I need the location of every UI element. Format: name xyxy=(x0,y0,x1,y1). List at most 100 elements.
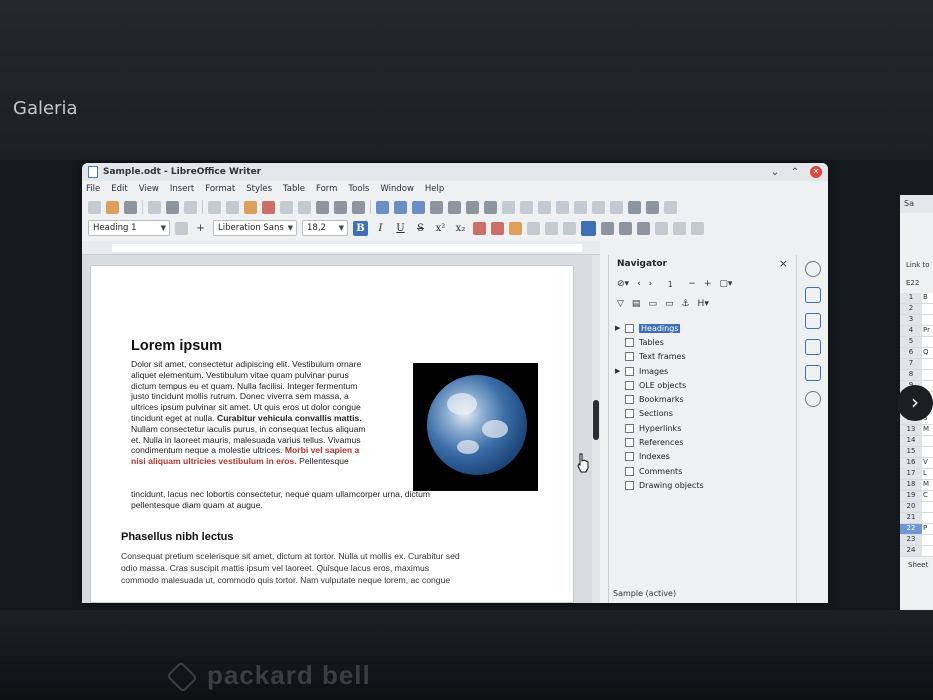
insert-textbox-icon[interactable] xyxy=(430,200,443,214)
paragraph-1[interactable]: Dolor sit amet, consectetur adipiscing e… xyxy=(131,359,413,467)
menu-insert[interactable]: Insert xyxy=(170,184,194,194)
nav-item-ole-objects[interactable]: OLE objects xyxy=(615,378,704,392)
superscript-button[interactable]: x² xyxy=(433,221,448,236)
insert-image-icon[interactable] xyxy=(394,200,407,214)
next-icon[interactable]: › xyxy=(649,279,653,289)
nav-item-images[interactable]: ▶ Images xyxy=(615,364,704,378)
footnote-icon[interactable] xyxy=(520,200,533,214)
align-left-button[interactable] xyxy=(581,220,596,236)
styles-icon[interactable] xyxy=(804,339,821,355)
nav-item-headings[interactable]: ▶ Headings xyxy=(615,321,704,335)
bookmark-icon[interactable] xyxy=(556,200,569,214)
gear-icon[interactable] xyxy=(804,261,821,277)
indent-icon[interactable] xyxy=(691,221,704,235)
menu-styles[interactable]: Styles xyxy=(246,184,272,194)
track-changes-icon[interactable] xyxy=(610,200,623,214)
paragraph-style-combo[interactable]: Heading 1 ▼ xyxy=(88,220,170,236)
highlight-color-icon[interactable] xyxy=(509,221,522,235)
previous-icon[interactable]: ‹ xyxy=(637,279,641,289)
spreadsheet-row[interactable]: 24 xyxy=(900,546,933,557)
minus-icon[interactable]: − xyxy=(688,279,696,289)
heading-levels-icon[interactable]: H▾ xyxy=(698,299,709,309)
row-cell[interactable]: M xyxy=(922,480,933,490)
spreadsheet-row[interactable]: 13 M xyxy=(900,425,933,436)
expand-icon[interactable]: ▶ xyxy=(615,367,625,375)
scrollbar-thumb[interactable] xyxy=(593,400,599,440)
menu-form[interactable]: Form xyxy=(316,184,337,194)
spreadsheet-row[interactable]: 19 C xyxy=(900,491,933,502)
menu-view[interactable]: View xyxy=(139,184,159,194)
close-window-button[interactable]: ✕ xyxy=(810,166,822,178)
filter-icon[interactable]: ▽ xyxy=(617,299,624,309)
row-cell[interactable] xyxy=(922,535,933,545)
row-cell[interactable]: B xyxy=(922,293,933,303)
gallery-icon[interactable] xyxy=(804,365,821,381)
row-cell[interactable]: Q xyxy=(922,348,933,358)
find-replace-icon[interactable] xyxy=(316,200,329,214)
page-break-icon[interactable] xyxy=(448,200,461,214)
nav-item-hyperlinks[interactable]: Hyperlinks xyxy=(615,421,704,435)
row-cell[interactable] xyxy=(922,513,933,523)
spreadsheet-row[interactable]: 7 xyxy=(900,359,933,370)
menu-edit[interactable]: Edit xyxy=(111,184,127,194)
spreadsheet-row[interactable]: 3 xyxy=(900,315,933,326)
menu-tools[interactable]: Tools xyxy=(348,184,369,194)
clone-formatting-icon[interactable] xyxy=(262,200,275,214)
navigator-document-status[interactable]: Sample (active) xyxy=(613,589,676,598)
next-image-button[interactable]: › xyxy=(897,385,933,421)
spreadsheet-row[interactable]: 14 xyxy=(900,436,933,447)
footer-icon[interactable]: ▭ xyxy=(665,299,674,309)
expand-icon[interactable]: ▶ xyxy=(615,324,625,332)
line-spacing-icon[interactable] xyxy=(655,221,668,235)
nav-item-indexes[interactable]: Indexes xyxy=(615,450,704,464)
spreadsheet-row[interactable]: 17 L xyxy=(900,469,933,480)
spreadsheet-row[interactable]: 21 xyxy=(900,513,933,524)
align-right-icon[interactable] xyxy=(619,221,632,235)
row-cell[interactable]: C xyxy=(922,491,933,501)
strikethrough-button[interactable]: S xyxy=(413,221,428,236)
new-document-icon[interactable] xyxy=(88,200,101,214)
row-cell[interactable]: P xyxy=(922,524,933,534)
row-cell[interactable]: Pr xyxy=(922,326,933,336)
row-cell[interactable] xyxy=(922,370,933,380)
bold-button[interactable]: B xyxy=(353,220,368,236)
font-name-combo[interactable]: Liberation Sans ▼ xyxy=(213,220,297,236)
spreadsheet-row[interactable]: 22 P xyxy=(900,524,933,535)
close-icon[interactable]: × xyxy=(779,257,788,270)
navigator-icon[interactable] xyxy=(804,391,821,407)
paste-icon[interactable] xyxy=(244,200,257,214)
endnote-icon[interactable] xyxy=(538,200,551,214)
draw-functions-icon[interactable] xyxy=(664,200,677,214)
insert-field-icon[interactable] xyxy=(466,200,479,214)
heading-lorem-ipsum[interactable]: Lorem ipsum xyxy=(131,338,222,354)
row-cell[interactable] xyxy=(922,546,933,556)
print-preview-icon[interactable] xyxy=(184,200,197,214)
outline-list-icon[interactable] xyxy=(563,221,576,235)
row-cell[interactable] xyxy=(922,447,933,457)
new-style-icon[interactable]: + xyxy=(193,221,208,236)
row-cell[interactable]: M xyxy=(922,425,933,435)
align-center-icon[interactable] xyxy=(601,221,614,235)
nav-item-bookmarks[interactable]: Bookmarks xyxy=(615,392,704,406)
save-icon[interactable] xyxy=(124,200,137,214)
row-cell[interactable] xyxy=(922,502,933,512)
font-size-combo[interactable]: 18,2 ▼ xyxy=(302,220,348,236)
paragraph-2[interactable]: Consequat pretium scelerisque sit amet, … xyxy=(121,550,541,586)
spreadsheet-row[interactable]: 15 xyxy=(900,447,933,458)
redo-icon[interactable] xyxy=(298,200,311,214)
header-icon[interactable]: ▭ xyxy=(648,299,657,309)
menu-help[interactable]: Help xyxy=(425,184,444,194)
italic-button[interactable]: I xyxy=(373,221,388,236)
update-style-icon[interactable] xyxy=(175,221,188,235)
document-page[interactable]: Lorem ipsum Dolor sit amet, consectetur … xyxy=(90,265,574,603)
paragraph-1-tail[interactable]: tincidunt, lacus nec lobortis consectetu… xyxy=(131,489,491,511)
menu-window[interactable]: Window xyxy=(380,184,414,194)
page-icon[interactable] xyxy=(804,313,821,329)
row-cell[interactable]: L xyxy=(922,469,933,479)
clear-formatting-icon[interactable] xyxy=(473,221,486,235)
nav-item-drawing-objects[interactable]: Drawing objects xyxy=(615,478,704,492)
formatting-marks-icon[interactable] xyxy=(352,200,365,214)
sheet-tab[interactable]: Sheet xyxy=(900,557,933,569)
menu-table[interactable]: Table xyxy=(283,184,305,194)
row-cell[interactable] xyxy=(922,436,933,446)
